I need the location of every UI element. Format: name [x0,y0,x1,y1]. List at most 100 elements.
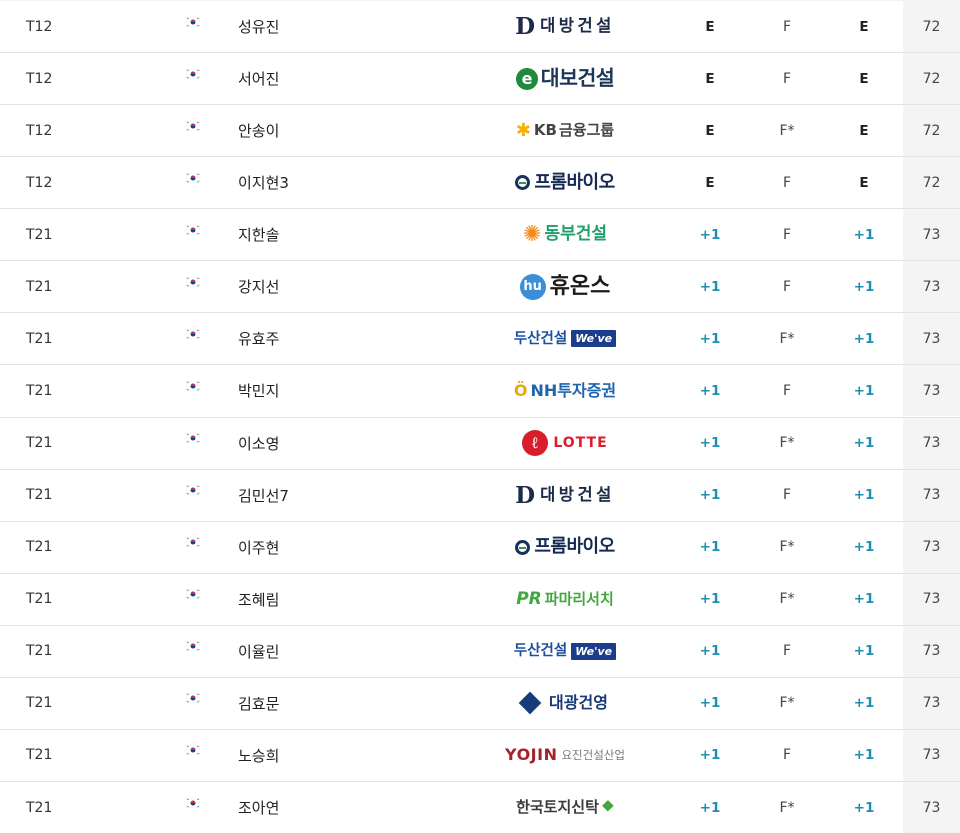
table-row[interactable]: T12 이지현3 프롬바이오 E F E 72 [0,156,960,209]
sponsor-name: 동부건설 [544,224,607,245]
sponsor-logo-yojin: YOJIN 요진건설산업 [505,747,625,763]
sponsor-mark-icon [518,692,542,715]
total-score: +1 [853,330,875,347]
player-name[interactable]: 이주현 [238,522,279,573]
table-row[interactable]: T21 이소영 ℓ LOTTE +1 F* +1 73 [0,416,960,469]
today-score: E [705,18,715,35]
table-row[interactable]: T12 성유진 D 대방건설 E F E 72 [0,0,960,52]
flag-cell [185,209,201,260]
korea-flag-icon [185,483,201,496]
table-row[interactable]: T21 노승희 YOJIN 요진건설산업 +1 F +1 73 [0,728,960,781]
sponsor-name: 금융그룹 [558,121,615,140]
player-name[interactable]: 이지현3 [238,157,289,208]
player-sponsor: 대광건영 [470,678,660,729]
sponsor-mark-badge: We've [571,330,617,348]
holes-thru: F [782,70,792,87]
table-row[interactable]: T12 서어진 e 대보건설 E F E 72 [0,52,960,105]
today-score: +1 [699,799,721,816]
holes-thru: F* [779,330,795,347]
player-name[interactable]: 이율린 [238,626,279,677]
korea-flag-icon [185,275,201,288]
player-sponsor: e 대보건설 [470,53,660,104]
total-strokes: 73 [903,261,960,313]
player-rank: T21 [26,695,53,712]
player-name[interactable]: 노승희 [238,730,279,781]
sponsor-name: 두산건설 [513,330,568,347]
korea-flag-icon [185,67,201,79]
table-row[interactable]: T21 박민지 Ö NH투자증권 +1 F +1 73 [0,364,960,417]
player-name[interactable]: 김민선7 [238,470,289,521]
today-score: +1 [699,591,721,608]
sponsor-logo-daebang: D 대방건설 [515,484,615,507]
today-score: +1 [699,278,721,295]
total-strokes: 72 [903,105,960,157]
player-name[interactable]: 지한솔 [238,209,279,260]
table-row[interactable]: T12 안송이 ✱ KB 금융그룹 E F* E 72 [0,104,960,157]
table-row[interactable]: T21 이율린 두산건설 We've +1 F +1 73 [0,624,960,677]
player-rank: T21 [26,539,53,556]
table-row[interactable]: T21 조혜림 PR 파마리서치 +1 F* +1 73 [0,572,960,625]
sponsor-logo-nh: Ö NH투자증권 [514,382,616,399]
player-name[interactable]: 성유진 [238,1,279,52]
total-score: +1 [853,591,875,608]
player-rank: T21 [26,330,53,347]
flag-cell [185,678,201,729]
korea-flag-icon [185,587,201,600]
total-strokes: 73 [903,365,960,417]
sponsor-kb-mark: KB [533,121,557,140]
sponsor-logo-kb: ✱ KB 금융그룹 [516,121,615,140]
table-row[interactable]: T21 지한솔 ✺ 동부건설 +1 F +1 73 [0,208,960,261]
player-name[interactable]: 유효주 [238,313,279,364]
sponsor-mark-icon: ℓ [522,430,549,457]
player-name[interactable]: 서어진 [238,53,279,104]
sponsor-logo-daegwang: 대광건영 [518,692,608,715]
table-row[interactable]: T21 조아연 한국토지신탁 ⯁ +1 F* +1 73 [0,781,960,833]
korea-flag-icon [185,743,201,756]
table-row[interactable]: T21 김민선7 D 대방건설 +1 F +1 73 [0,468,960,521]
total-score: E [859,18,869,35]
player-sponsor: Ö NH투자증권 [470,365,660,416]
total-strokes: 73 [903,313,960,365]
sponsor-name: 한국토지신탁 [516,798,599,817]
player-rank: T12 [26,70,53,87]
flag-cell [185,730,201,781]
sponsor-name: 파마리서치 [544,589,614,608]
player-name[interactable]: 조아연 [238,782,279,833]
table-row[interactable]: T21 강지선 hu 휴온스 +1 F +1 73 [0,260,960,313]
table-row[interactable]: T21 유효주 두산건설 We've +1 F* +1 73 [0,312,960,365]
today-score: +1 [699,747,721,764]
holes-thru: F* [779,695,795,712]
player-rank: T21 [26,487,53,504]
today-score: +1 [699,226,721,243]
leaderboard-table: T12 성유진 D 대방건설 E F E 72 T12 서어진 e 대보건설 E F E 72 T12 안송이 ✱ K… [0,0,960,833]
holes-thru: F [782,278,792,295]
sponsor-name: 프롬바이오 [534,171,615,193]
sponsor-logo-daebang: D 대방건설 [515,15,615,38]
korea-flag-icon [185,639,201,652]
sponsor-logo-lotte: ℓ LOTTE [522,430,607,457]
total-score: +1 [853,747,875,764]
korea-flag-icon [185,431,201,444]
table-row[interactable]: T21 김효문 대광건영 +1 F* +1 73 [0,676,960,729]
total-strokes: 73 [903,782,960,833]
table-row[interactable]: T21 이주현 프롬바이오 +1 F* +1 73 [0,520,960,573]
sponsor-logo-prom: 프롬바이오 [515,171,615,193]
player-name[interactable]: 조혜림 [238,574,279,625]
player-name[interactable]: 강지선 [238,261,279,312]
player-name[interactable]: 안송이 [238,105,279,156]
player-name[interactable]: 김효문 [238,678,279,729]
player-rank: T21 [26,435,53,452]
player-sponsor: 두산건설 We've [470,313,660,364]
total-strokes: 72 [903,157,960,209]
total-score: +1 [853,382,875,399]
total-score: +1 [853,226,875,243]
sponsor-logo-doosan: 두산건설 We've [513,330,617,348]
total-strokes: 73 [903,417,960,469]
holes-thru: F [782,643,792,660]
korea-flag-icon [185,379,201,392]
player-name[interactable]: 이소영 [238,418,279,469]
player-sponsor: 프롬바이오 [470,522,660,573]
today-score: E [705,70,715,87]
player-name[interactable]: 박민지 [238,365,279,416]
today-score: +1 [699,695,721,712]
